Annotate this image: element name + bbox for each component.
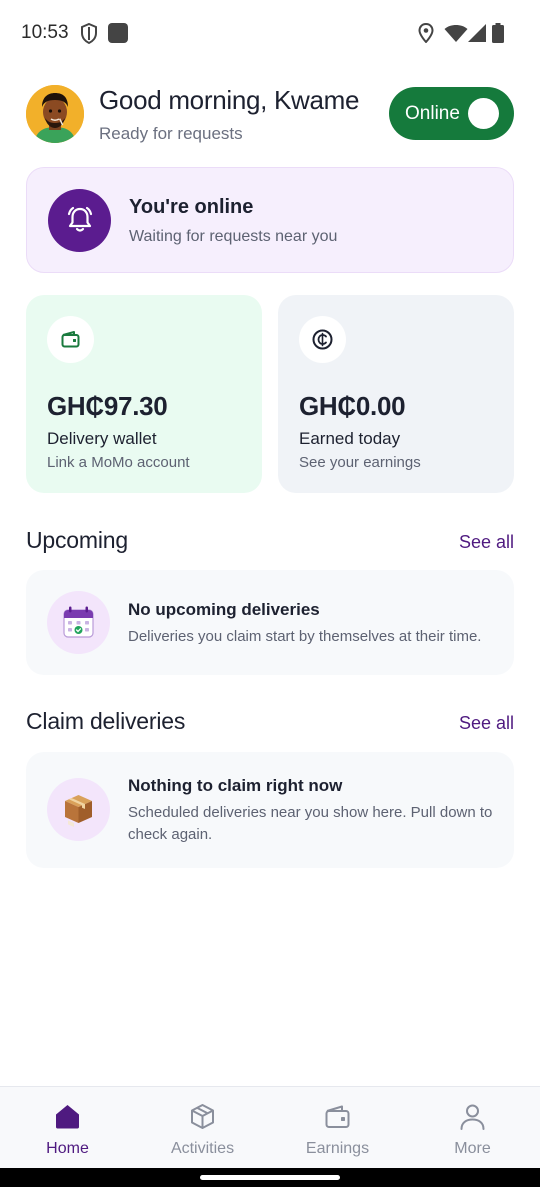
toggle-knob bbox=[468, 98, 499, 129]
wallet-amount: GH₵97.30 bbox=[47, 391, 168, 421]
online-toggle[interactable]: Online bbox=[389, 87, 514, 140]
greeting-subtitle: Ready for requests bbox=[99, 124, 243, 143]
nav-earnings[interactable]: Earnings bbox=[270, 1087, 405, 1169]
cedi-coin-icon bbox=[312, 329, 333, 350]
nav-activities[interactable]: Activities bbox=[135, 1087, 270, 1169]
package-icon bbox=[65, 795, 92, 828]
wallet-icon-circle bbox=[47, 316, 94, 363]
package-icon-circle bbox=[47, 778, 110, 841]
claim-see-all-link[interactable]: See all bbox=[459, 713, 514, 734]
online-status-banner: You're online Waiting for requests near … bbox=[26, 167, 514, 273]
notification-app-icon bbox=[108, 23, 128, 43]
nav-earnings-label: Earnings bbox=[305, 1140, 370, 1157]
wifi-icon bbox=[444, 25, 468, 42]
upcoming-empty-state: No upcoming deliveries Deliveries you cl… bbox=[26, 570, 514, 675]
battery-icon bbox=[492, 23, 504, 43]
upcoming-empty-title: No upcoming deliveries bbox=[128, 600, 320, 619]
status-bar: 10:53 bbox=[0, 0, 540, 68]
home-icon bbox=[56, 1105, 79, 1129]
wallet-icon bbox=[325, 1105, 350, 1128]
banner-title: You're online bbox=[129, 196, 254, 218]
gesture-handle[interactable] bbox=[200, 1175, 340, 1180]
upcoming-section-title: Upcoming bbox=[26, 527, 128, 553]
bottom-navigation: Home Activities Earnings More bbox=[0, 1086, 540, 1168]
greeting-title: Good morning, Kwame bbox=[99, 85, 360, 115]
claim-section-title: Claim deliveries bbox=[26, 708, 186, 734]
nav-more[interactable]: More bbox=[405, 1087, 540, 1169]
cedi-icon-circle bbox=[299, 316, 346, 363]
earned-label: Earned today bbox=[299, 429, 401, 448]
calendar-icon-circle bbox=[47, 591, 110, 654]
shield-icon bbox=[81, 23, 97, 44]
earned-sub: See your earnings bbox=[299, 454, 421, 471]
earned-today-card[interactable]: GH₵0.00 Earned today See your earnings bbox=[278, 295, 514, 493]
signal-icon bbox=[468, 24, 486, 42]
avatar[interactable] bbox=[26, 85, 84, 143]
location-icon bbox=[418, 23, 434, 43]
claim-empty-state: Nothing to claim right now Scheduled del… bbox=[26, 752, 514, 868]
status-time: 10:53 bbox=[21, 22, 69, 43]
wallet-icon bbox=[61, 331, 80, 348]
nav-more-label: More bbox=[454, 1140, 491, 1157]
banner-subtitle: Waiting for requests near you bbox=[129, 228, 338, 245]
banner-icon-circle bbox=[48, 189, 111, 252]
box-icon bbox=[191, 1104, 214, 1129]
nav-home-label: Home bbox=[46, 1140, 89, 1157]
calendar-icon bbox=[63, 606, 94, 638]
earned-amount: GH₵0.00 bbox=[299, 391, 406, 421]
online-toggle-label: Online bbox=[405, 103, 460, 124]
delivery-wallet-card[interactable]: GH₵97.30 Delivery wallet Link a MoMo acc… bbox=[26, 295, 262, 493]
claim-empty-subtitle: Scheduled deliveries near you show here.… bbox=[128, 804, 493, 843]
upcoming-empty-subtitle: Deliveries you claim start by themselves… bbox=[128, 628, 482, 645]
upcoming-see-all-link[interactable]: See all bbox=[459, 532, 514, 553]
nav-home[interactable]: Home bbox=[0, 1087, 135, 1169]
wallet-sub: Link a MoMo account bbox=[47, 454, 190, 471]
avatar-illustration bbox=[26, 85, 84, 143]
bell-icon bbox=[67, 206, 93, 232]
gesture-bar bbox=[0, 1168, 540, 1187]
wallet-label: Delivery wallet bbox=[47, 429, 157, 448]
nav-activities-label: Activities bbox=[170, 1140, 235, 1157]
claim-empty-title: Nothing to claim right now bbox=[128, 776, 343, 795]
person-icon bbox=[460, 1104, 485, 1130]
